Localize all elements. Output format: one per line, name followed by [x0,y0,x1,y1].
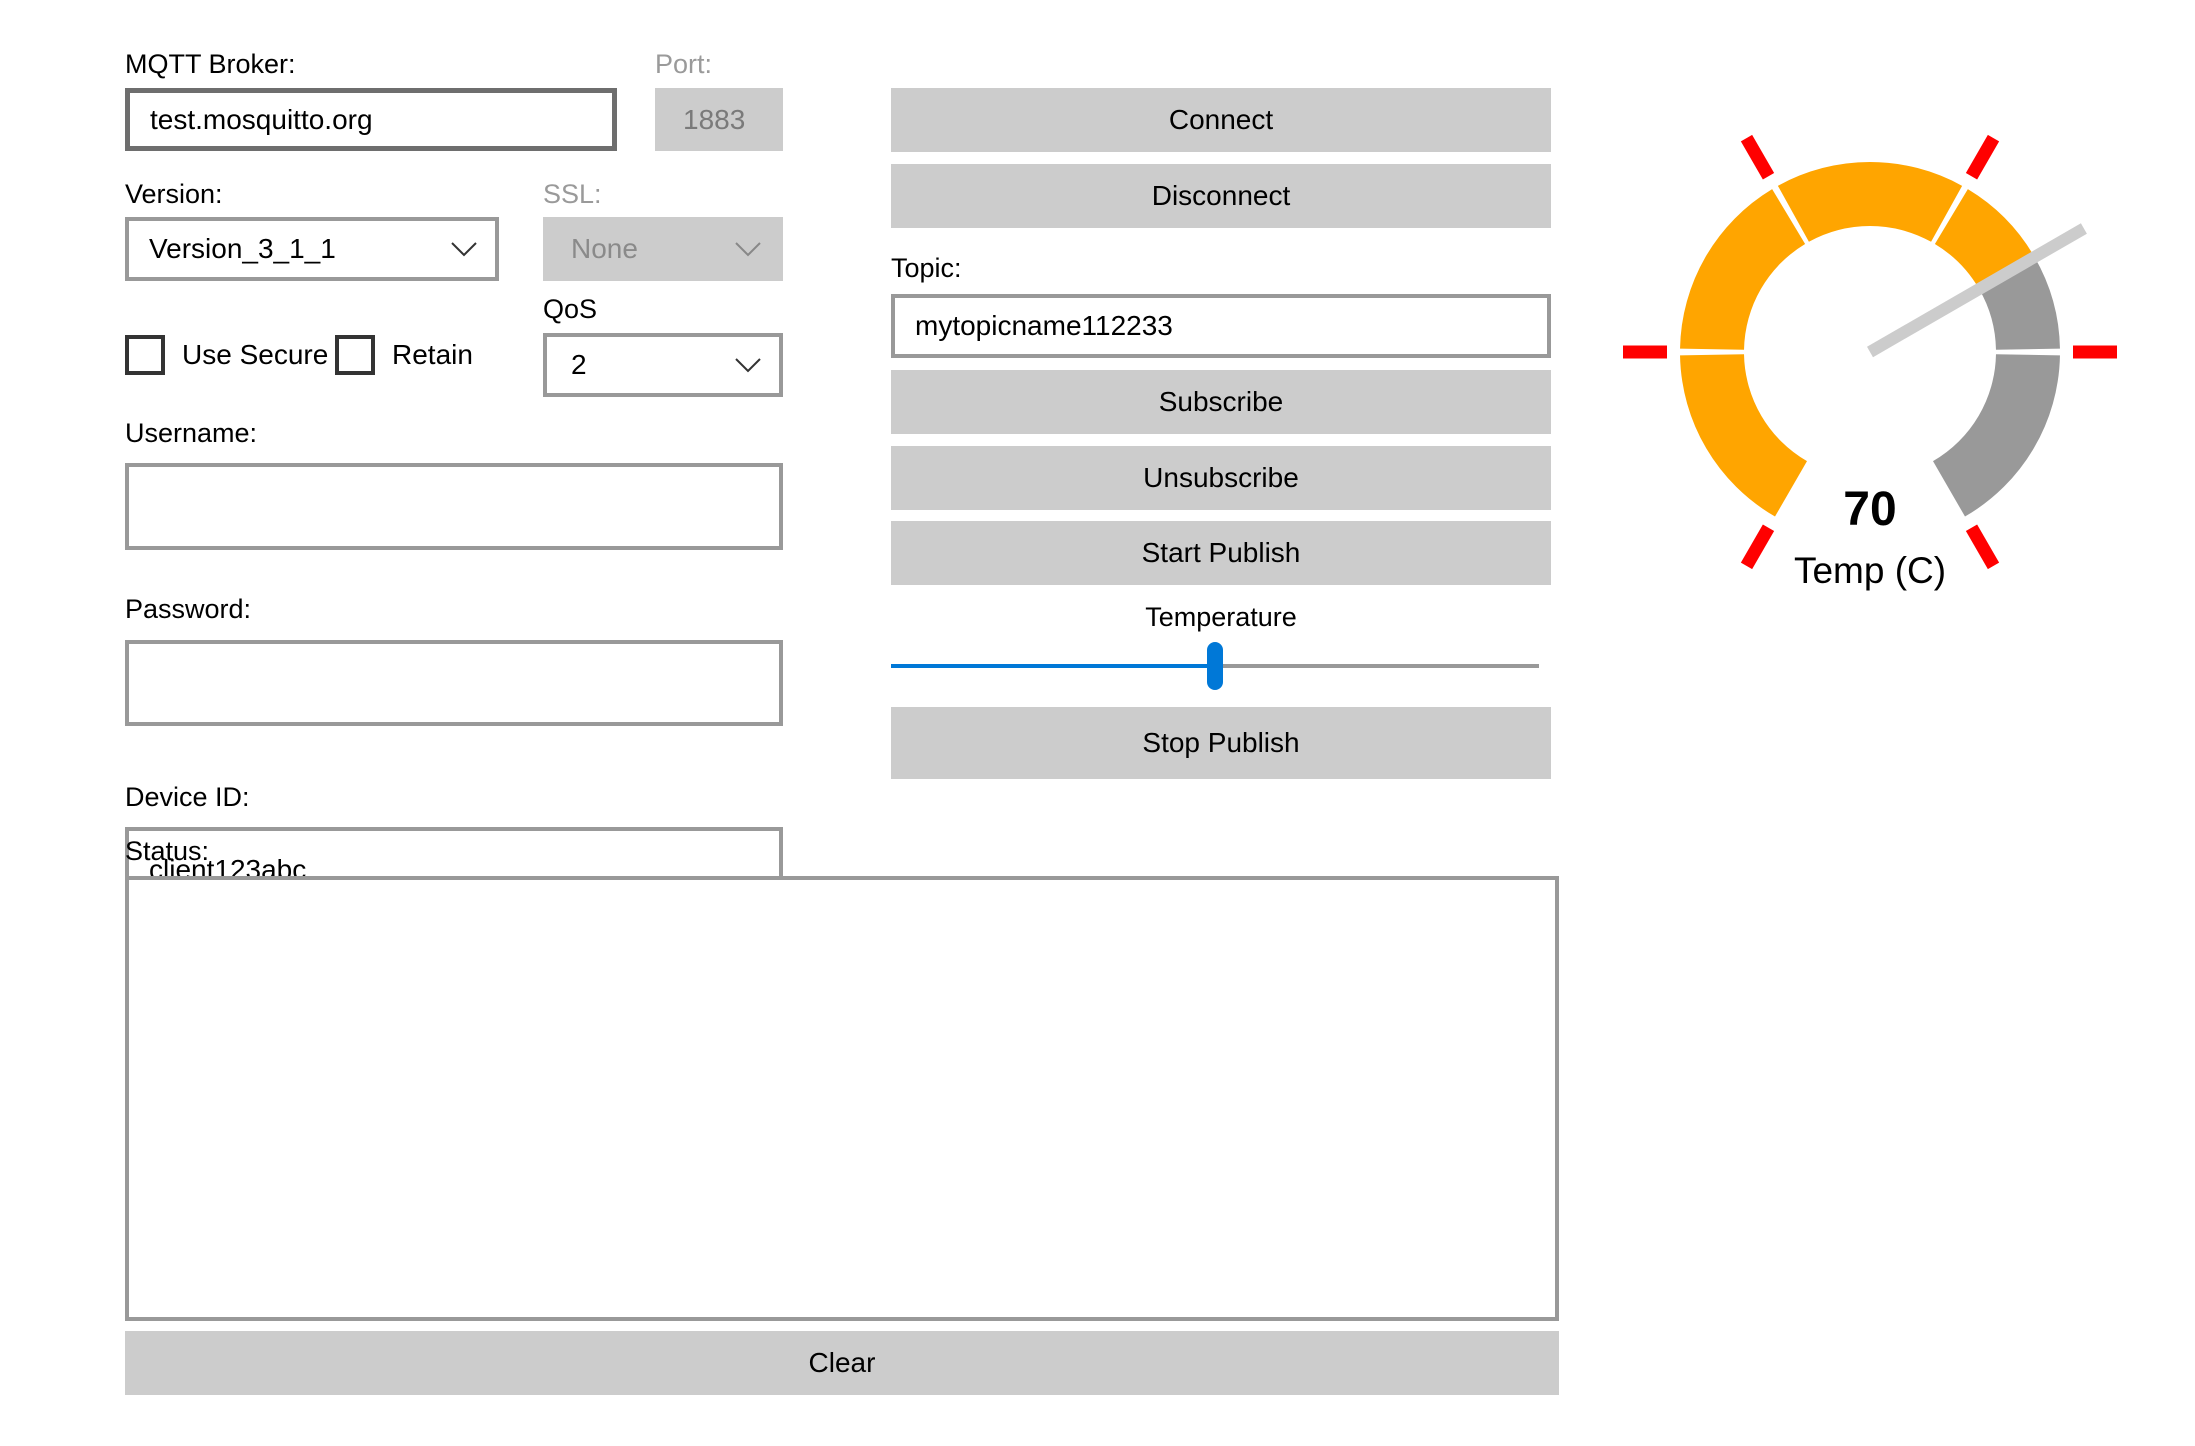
gauge-unit-label: Temp (C) [1793,550,1947,591]
broker-input-value: test.mosquitto.org [150,103,373,135]
unsubscribe-button[interactable]: Unsubscribe [891,446,1551,510]
topic-input[interactable]: mytopicname112233 [891,294,1551,358]
broker-input[interactable]: test.mosquitto.org [125,88,617,151]
username-input[interactable] [125,463,783,550]
gauge-arc [1680,162,2060,517]
version-label: Version: [125,179,223,209]
chevron-down-icon [735,358,761,373]
ssl-label: SSL: [543,179,602,209]
stop-publish-button[interactable]: Stop Publish [891,707,1551,779]
status-label: Status: [125,836,210,866]
qos-dropdown[interactable]: 2 [543,333,783,397]
disconnect-button[interactable]: Disconnect [891,164,1551,228]
temperature-label: Temperature [1145,602,1297,632]
username-label: Username: [125,418,258,448]
port-input-value: 1883 [683,103,746,135]
qos-label: QoS [543,294,598,324]
topic-label: Topic: [891,253,962,283]
broker-label: MQTT Broker: [125,49,296,79]
port-label: Port: [655,49,713,79]
gauge-segment-filled [1680,189,1806,350]
retain-checkbox[interactable] [335,335,375,375]
ssl-dropdown-value: None [571,233,638,264]
topic-input-value: mytopicname112233 [915,310,1173,341]
password-input[interactable] [125,640,783,726]
use-secure-label: Use Secure [182,339,329,370]
port-input[interactable]: 1883 [655,88,783,151]
use-secure-checkbox[interactable] [125,335,165,375]
version-dropdown[interactable]: Version_3_1_1 [125,217,499,281]
start-publish-button[interactable]: Start Publish [891,521,1551,585]
version-dropdown-value: Version_3_1_1 [149,233,336,264]
chevron-down-icon [451,242,477,257]
slider-track-empty [1215,664,1539,668]
ssl-dropdown[interactable]: None [543,217,783,281]
connect-button[interactable]: Connect [891,88,1551,152]
retain-label: Retain [392,339,473,370]
slider-thumb[interactable] [1207,642,1223,690]
password-label: Password: [125,594,252,624]
qos-dropdown-value: 2 [571,349,587,380]
clear-button[interactable]: Clear [125,1331,1559,1395]
temperature-slider[interactable] [891,640,1557,692]
status-textarea[interactable] [125,876,1559,1321]
gauge-tick [1965,134,2000,180]
gauge-value: 70 [1843,483,1897,536]
chevron-down-icon [735,242,761,257]
device-id-label: Device ID: [125,782,250,812]
gauge-tick [1740,134,1775,180]
slider-track-filled [891,664,1215,668]
subscribe-button[interactable]: Subscribe [891,370,1551,434]
gauge-segment-filled [1777,162,1963,242]
